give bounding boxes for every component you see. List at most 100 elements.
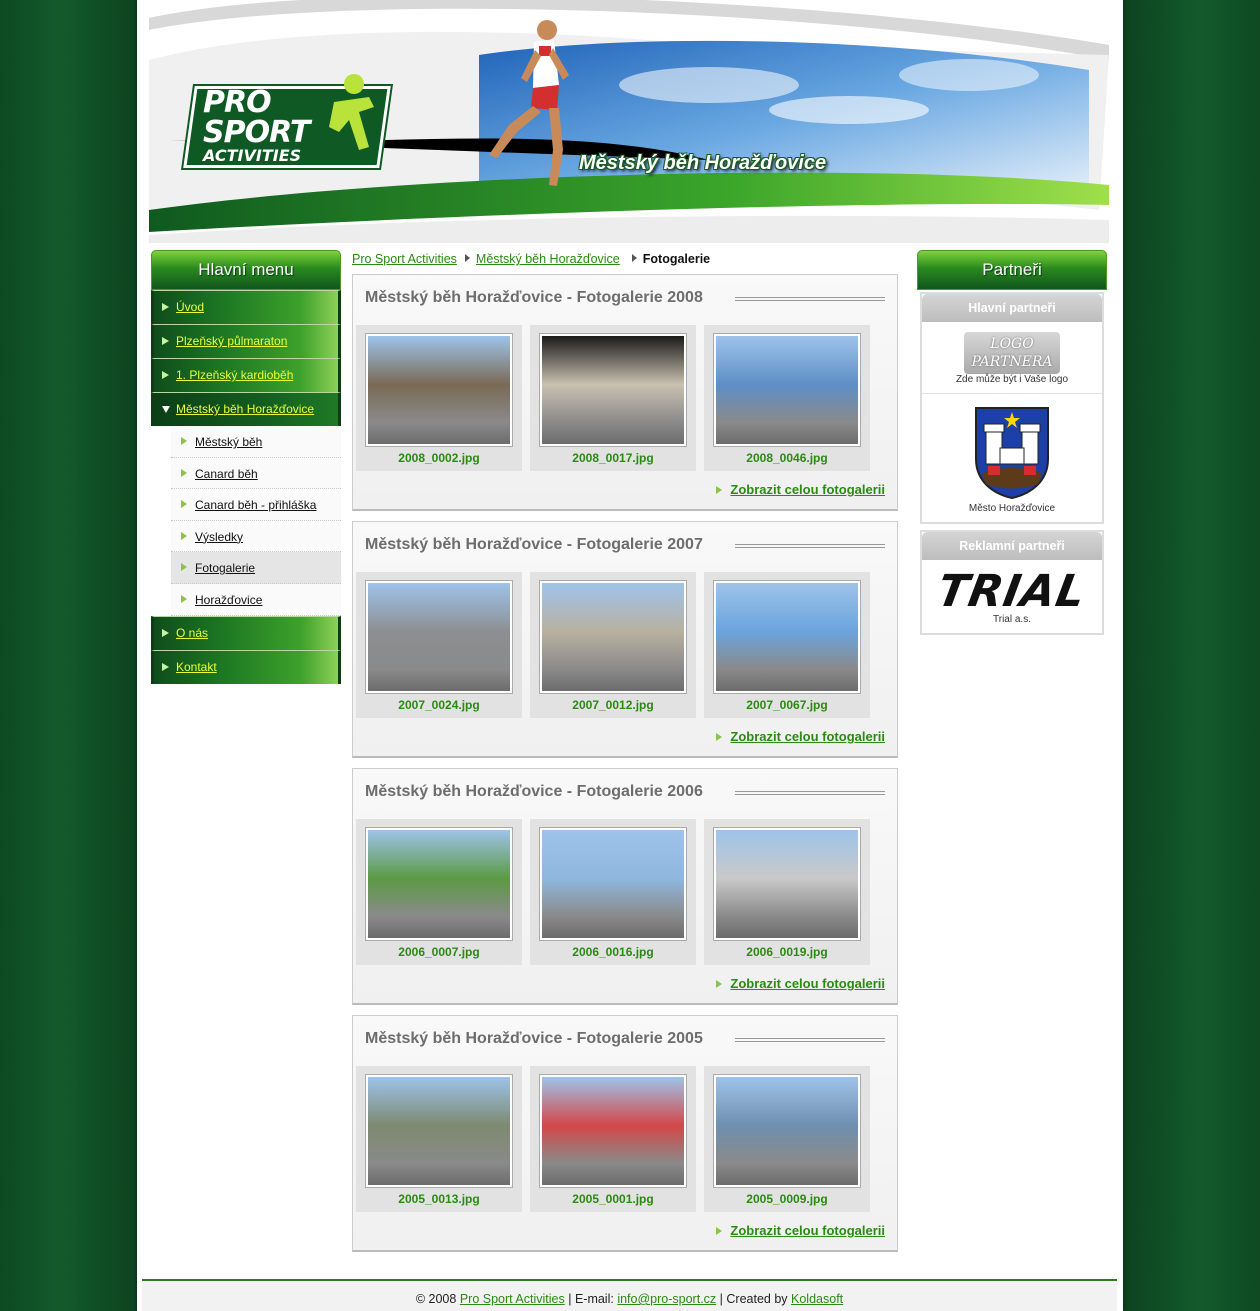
photo-caption: 2006_0007.jpg [398, 945, 480, 959]
photo-image[interactable] [365, 1074, 513, 1188]
breadcrumb-arrow-icon [631, 254, 637, 262]
footer-copyright: © 2008 [415, 1292, 457, 1306]
menu-item-kontakt[interactable]: Kontakt [151, 649, 341, 684]
photo-thumbnail[interactable]: 2005_0009.jpg [704, 1066, 870, 1212]
submenu-item-mestsky-beh[interactable]: Městský běh [171, 426, 341, 458]
show-gallery-link-row: Zobrazit celou fotogalerii [716, 1223, 885, 1238]
menu-link[interactable]: 1. Plzeňský kardioběh [176, 368, 293, 382]
footer-site-link[interactable]: Pro Sport Activities [460, 1292, 565, 1306]
right-column: Partneři Hlavní partneři LOGO PARTNERA Z… [917, 250, 1107, 635]
photo-image[interactable] [539, 333, 687, 447]
photo-thumbnail[interactable]: 2008_0017.jpg [530, 325, 696, 471]
menu-link[interactable]: Městský běh Horažďovice [176, 402, 314, 416]
photo-thumbnail[interactable]: 2007_0012.jpg [530, 572, 696, 718]
site-logo[interactable]: PRO SPORT ACTIVITIES [203, 85, 310, 164]
photo-caption: 2006_0019.jpg [746, 945, 828, 959]
submenu-item-horazdovice[interactable]: Horažďovice [171, 583, 341, 616]
menu-link[interactable]: Plzeňský půlmaraton [176, 334, 287, 348]
partner-trial[interactable]: TRIAL Trial a.s. [922, 560, 1102, 633]
photo-image[interactable] [365, 333, 513, 447]
logo-placeholder-image: LOGO PARTNERA [964, 332, 1060, 374]
arrow-right-icon [162, 628, 169, 637]
show-full-gallery-link[interactable]: Zobrazit celou fotogalerii [730, 976, 885, 991]
photo-image[interactable] [539, 827, 687, 941]
logo-line-1: PRO [203, 85, 272, 120]
submenu-item-fotogalerie[interactable]: Fotogalerie [171, 552, 341, 584]
photo-caption: 2007_0024.jpg [398, 698, 480, 712]
partner-placeholder[interactable]: LOGO PARTNERA Zde může být i Vaše logo [922, 322, 1102, 393]
photo-image[interactable] [365, 827, 513, 941]
photo-image[interactable] [713, 827, 861, 941]
photo-caption: 2008_0002.jpg [398, 451, 480, 465]
submenu-link[interactable]: Horažďovice [195, 593, 262, 607]
photo-thumbnail[interactable]: 2006_0019.jpg [704, 819, 870, 965]
arrow-right-icon [181, 531, 187, 540]
menu-link[interactable]: Úvod [176, 300, 204, 314]
menu-link[interactable]: O nás [176, 626, 208, 640]
show-full-gallery-link[interactable]: Zobrazit celou fotogalerii [730, 1223, 885, 1238]
gallery-title-rule [735, 544, 885, 548]
gallery-title-rule [735, 791, 885, 795]
city-caption: Město Horažďovice [968, 503, 1056, 514]
photo-thumbnail[interactable]: 2005_0013.jpg [356, 1066, 522, 1212]
show-gallery-link-row: Zobrazit celou fotogalerii [716, 976, 885, 991]
left-column: Hlavní menu Úvod Plzeňský půlmaraton 1. … [151, 250, 341, 684]
photo-thumbnail[interactable]: 2006_0007.jpg [356, 819, 522, 965]
photo-image[interactable] [713, 580, 861, 694]
photo-caption: 2008_0046.jpg [746, 451, 828, 465]
photo-thumbnail[interactable]: 2007_0067.jpg [704, 572, 870, 718]
submenu-item-canard-beh[interactable]: Canard běh [171, 457, 341, 490]
gallery-title-rule [735, 1038, 885, 1042]
menu-item-uvod[interactable]: Úvod [151, 290, 341, 324]
submenu-link[interactable]: Výsledky [195, 530, 243, 544]
breadcrumb-section[interactable]: Městský běh Horažďovice [476, 252, 620, 266]
submenu-link[interactable]: Canard běh [195, 467, 258, 481]
header-banner: PRO SPORT ACTIVITIES Městský běh Horažďo… [149, 0, 1111, 243]
footer-creator-link[interactable]: Koldasoft [791, 1292, 843, 1306]
photo-image[interactable] [539, 580, 687, 694]
partners-heading: Partneři [917, 250, 1107, 290]
photo-thumbnail[interactable]: 2005_0001.jpg [530, 1066, 696, 1212]
photo-thumbnail[interactable]: 2008_0046.jpg [704, 325, 870, 471]
gallery-block: Městský běh Horažďovice - Fotogalerie 20… [352, 768, 898, 1005]
breadcrumb: Pro Sport Activities Městský běh Horažďov… [352, 250, 898, 274]
logo-placeholder-line2: PARTNERA [971, 354, 1053, 370]
photo-caption: 2007_0067.jpg [746, 698, 828, 712]
arrow-right-icon [181, 468, 187, 477]
photo-image[interactable] [713, 333, 861, 447]
submenu-link[interactable]: Městský běh [195, 435, 262, 449]
arrow-right-icon [162, 303, 169, 311]
show-full-gallery-link[interactable]: Zobrazit celou fotogalerii [730, 729, 885, 744]
menu-item-o-nas[interactable]: O nás [151, 615, 341, 650]
photo-caption: 2005_0013.jpg [398, 1192, 480, 1206]
submenu-item-prihlaska[interactable]: Canard běh - přihláška [171, 489, 341, 521]
photo-image[interactable] [539, 1074, 687, 1188]
partner-city[interactable]: Město Horažďovice [922, 393, 1102, 522]
menu-item-mestsky-beh[interactable]: Městský běh Horažďovice [151, 392, 341, 426]
arrow-right-icon [716, 486, 723, 494]
menu-item-pulmaraton[interactable]: Plzeňský půlmaraton [151, 324, 341, 358]
footer: © 2008 Pro Sport Activities | E-mail: in… [142, 1279, 1117, 1311]
menu-item-kardiobeh[interactable]: 1. Plzeňský kardioběh [151, 358, 341, 392]
breadcrumb-home[interactable]: Pro Sport Activities [352, 252, 457, 266]
submenu-link[interactable]: Fotogalerie [195, 561, 255, 575]
photo-image[interactable] [365, 580, 513, 694]
footer-email-link[interactable]: info@pro-sport.cz [617, 1292, 716, 1306]
photo-thumbnail[interactable]: 2007_0024.jpg [356, 572, 522, 718]
show-full-gallery-link[interactable]: Zobrazit celou fotogalerii [730, 482, 885, 497]
header-title: Městský běh Horažďovice [579, 152, 827, 174]
gallery-block: Městský běh Horažďovice - Fotogalerie 20… [352, 521, 898, 758]
submenu-link[interactable]: Canard běh - přihláška [195, 498, 316, 512]
photo-thumbnail[interactable]: 2008_0002.jpg [356, 325, 522, 471]
show-gallery-link-row: Zobrazit celou fotogalerii [716, 729, 885, 744]
arrow-right-icon [181, 500, 187, 509]
gallery-title: Městský běh Horažďovice - Fotogalerie 20… [365, 1030, 703, 1047]
photo-thumbnail[interactable]: 2006_0016.jpg [530, 819, 696, 965]
ad-partners-title: Reklamní partneři [922, 532, 1102, 560]
photo-image[interactable] [713, 1074, 861, 1188]
menu-link[interactable]: Kontakt [176, 660, 217, 674]
gallery-block: Městský běh Horažďovice - Fotogalerie 20… [352, 1015, 898, 1252]
arrow-right-icon [181, 563, 187, 572]
submenu-item-vysledky[interactable]: Výsledky [171, 520, 341, 553]
arrow-right-icon [716, 733, 723, 741]
